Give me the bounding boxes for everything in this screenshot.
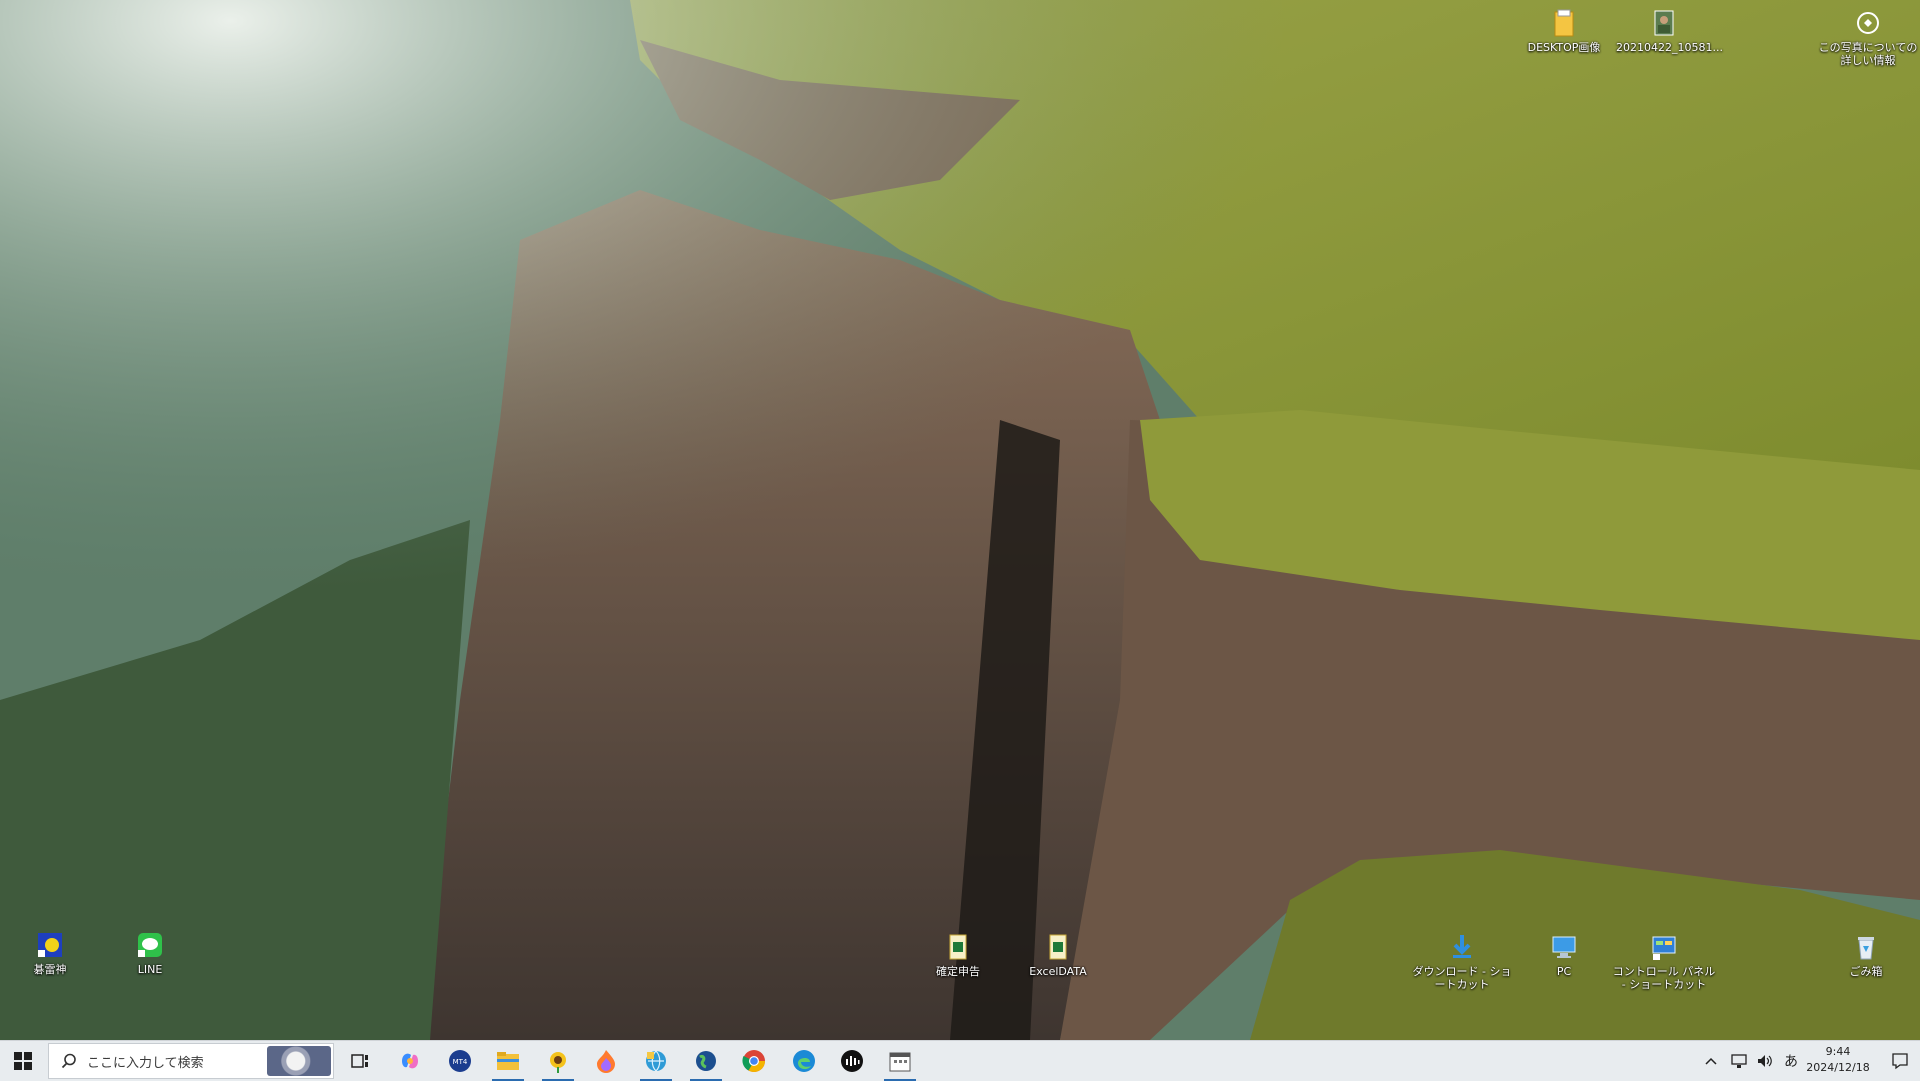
audio-app-button[interactable] bbox=[830, 1041, 874, 1081]
download-shortcut[interactable]: ダウンロード - ショートカット bbox=[1412, 932, 1512, 991]
kyorai-app-icon bbox=[38, 933, 62, 957]
network-app-button[interactable] bbox=[634, 1041, 678, 1081]
search-icon bbox=[61, 1053, 76, 1069]
taskbar-search-box[interactable]: ここに入力して検索 bbox=[48, 1043, 334, 1079]
clock-time: 9:44 bbox=[1825, 1045, 1851, 1058]
chrome-button[interactable] bbox=[732, 1041, 776, 1081]
control-panel-shortcut[interactable]: コントロール パネル - ショートカット bbox=[1612, 932, 1716, 991]
desktop-wallpaper bbox=[0, 0, 1920, 1040]
svg-text:MT4: MT4 bbox=[453, 1058, 468, 1066]
globe-network-icon bbox=[646, 1050, 666, 1072]
monitor-icon bbox=[1552, 936, 1576, 958]
image-icon bbox=[1654, 10, 1674, 36]
photo-info-label: この写真についての詳しい情報 bbox=[1818, 41, 1918, 67]
recycle-bin-label: ごみ箱 bbox=[1849, 965, 1883, 978]
excel-file-icon bbox=[1049, 934, 1067, 960]
volume-control[interactable] bbox=[1752, 1041, 1778, 1081]
kyorai-label: 碁雷神 bbox=[33, 963, 67, 976]
mt4-icon: MT4 bbox=[449, 1050, 471, 1072]
copilot-icon bbox=[402, 1053, 418, 1069]
folder-icon bbox=[1554, 9, 1574, 37]
notification-center-button[interactable] bbox=[1880, 1041, 1920, 1081]
kyorai-shortcut[interactable]: 碁雷神 bbox=[2, 930, 98, 976]
calendar-app-button[interactable] bbox=[878, 1041, 922, 1081]
search-placeholder: ここに入力して検索 bbox=[87, 1055, 204, 1071]
desktop-images-folder[interactable]: DESKTOP画像 bbox=[1516, 8, 1612, 54]
earth-icon bbox=[696, 1051, 716, 1071]
task-view-icon bbox=[351, 1054, 368, 1068]
exceldata-file[interactable]: ExcelDATA bbox=[1010, 932, 1106, 978]
windows-logo-icon bbox=[14, 1052, 32, 1070]
start-button[interactable] bbox=[0, 1041, 46, 1081]
photo-info-shortcut[interactable]: この写真についての詳しい情報 bbox=[1818, 8, 1918, 67]
line-label: LINE bbox=[137, 963, 163, 976]
copilot-button[interactable] bbox=[388, 1041, 432, 1081]
folder-icon bbox=[497, 1052, 519, 1070]
globe-app-button[interactable] bbox=[684, 1041, 728, 1081]
excel-file-icon bbox=[949, 934, 967, 960]
notification-icon bbox=[1892, 1053, 1908, 1070]
edge-button[interactable] bbox=[782, 1041, 826, 1081]
chrome-icon bbox=[742, 1050, 765, 1072]
audio-wave-icon bbox=[841, 1050, 863, 1072]
photo-file[interactable]: 20210422_10581... bbox=[1616, 8, 1723, 54]
kakutei-file[interactable]: 確定申告 bbox=[910, 932, 1006, 978]
control-panel-label: コントロール パネル - ショートカット bbox=[1612, 965, 1716, 991]
desktop-images-label: DESKTOP画像 bbox=[1527, 41, 1601, 54]
chevron-up-icon bbox=[1705, 1057, 1717, 1065]
kakutei-label: 確定申告 bbox=[936, 965, 980, 978]
mt4-button[interactable]: MT4 bbox=[438, 1041, 482, 1081]
line-app-icon bbox=[138, 933, 162, 957]
search-highlight-image bbox=[267, 1046, 331, 1076]
file-explorer-button[interactable] bbox=[486, 1041, 530, 1081]
network-status[interactable] bbox=[1726, 1041, 1752, 1081]
taskbar: ここに入力して検索 MT4 あ 9:44 2024/12/18 bbox=[0, 1040, 1920, 1081]
control-panel-icon bbox=[1652, 936, 1676, 960]
network-icon bbox=[1731, 1054, 1747, 1068]
speaker-icon bbox=[1758, 1055, 1772, 1067]
calendar-icon bbox=[889, 1052, 911, 1072]
pc-label: PC bbox=[1556, 965, 1572, 978]
pc-icon-item[interactable]: PC bbox=[1516, 932, 1612, 978]
tray-overflow-chevron[interactable] bbox=[1700, 1041, 1722, 1081]
exceldata-label: ExcelDATA bbox=[1029, 965, 1087, 978]
download-shortcut-label: ダウンロード - ショートカット bbox=[1412, 965, 1512, 991]
download-icon bbox=[1453, 935, 1471, 958]
recycle-bin[interactable]: ごみ箱 bbox=[1818, 932, 1914, 978]
flame-icon bbox=[597, 1050, 615, 1073]
flame-app-button[interactable] bbox=[584, 1041, 628, 1081]
task-view-button[interactable] bbox=[338, 1041, 382, 1081]
taskbar-clock[interactable]: 9:44 2024/12/18 bbox=[1800, 1044, 1876, 1076]
clock-date: 2024/12/18 bbox=[1806, 1061, 1870, 1074]
recycle-bin-icon bbox=[1858, 937, 1874, 960]
line-shortcut[interactable]: LINE bbox=[102, 930, 198, 976]
camera-info-icon bbox=[1857, 12, 1879, 34]
photo-file-label: 20210422_10581... bbox=[1616, 41, 1723, 54]
edge-icon bbox=[793, 1050, 815, 1072]
sunflower-icon bbox=[550, 1052, 566, 1073]
sunflower-app-button[interactable] bbox=[536, 1041, 580, 1081]
